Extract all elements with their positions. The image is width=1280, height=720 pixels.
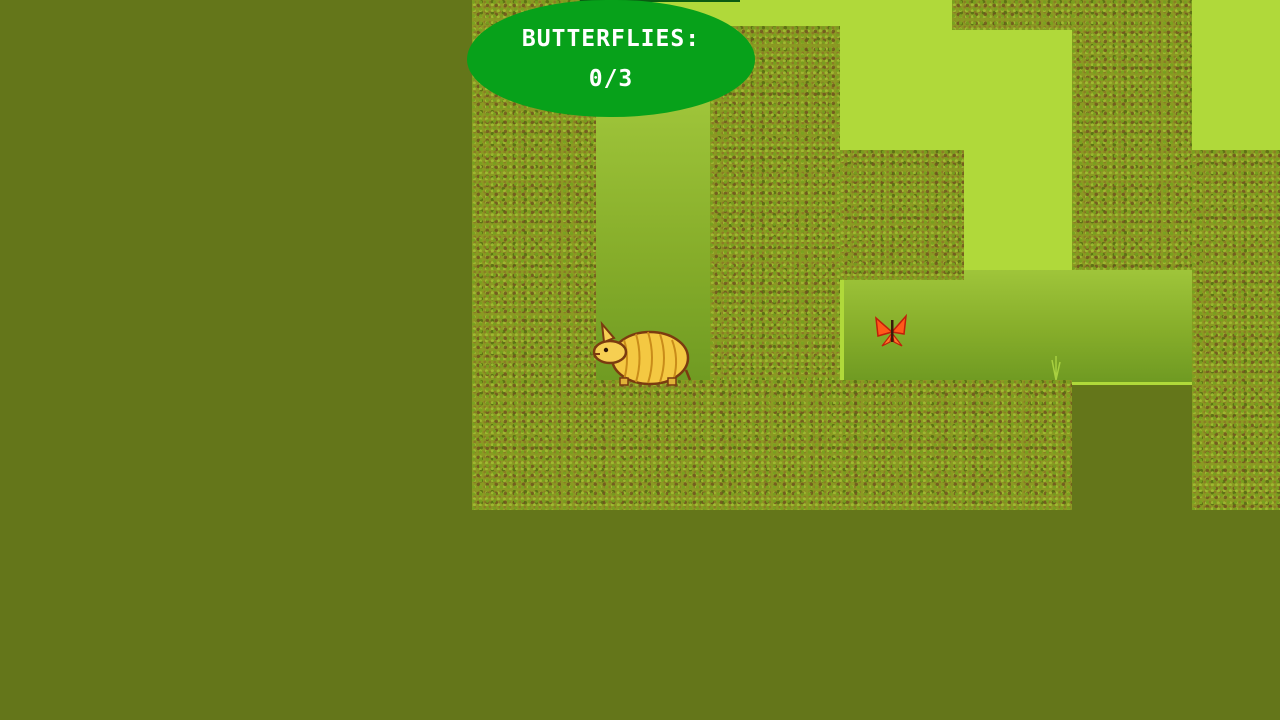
hud-label: BUTTERFLIES: (521, 26, 701, 52)
hedge-wall (840, 150, 964, 280)
hedge-floor (472, 380, 1072, 510)
butterfly-counter-hud: BUTTERFLIES: 0/3 (467, 0, 755, 117)
hedge-wall (952, 0, 1072, 30)
butterfly-collectible (875, 313, 908, 347)
hedge-wall (1072, 0, 1192, 270)
hud-count: 0/3 (588, 66, 634, 92)
hedge-wall (1192, 150, 1280, 510)
pit (1072, 385, 1192, 510)
grass-tuft-icon (1051, 356, 1061, 380)
armadillo-player (592, 320, 692, 386)
game-stage: BUTTERFLIES: 0/3 (0, 0, 1280, 720)
